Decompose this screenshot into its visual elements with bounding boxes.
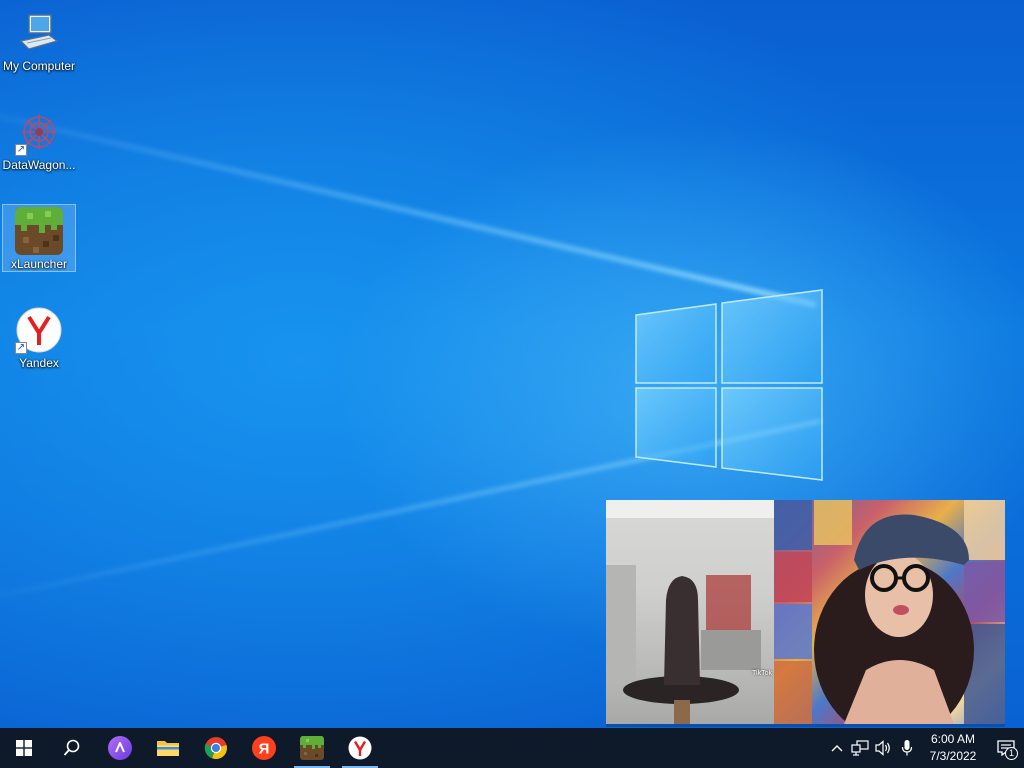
svg-text:Я: Я [259, 741, 270, 758]
shortcut-arrow-icon: ↗ [15, 144, 27, 156]
video-watermark: TikTok [752, 670, 772, 677]
speaker-icon [875, 740, 890, 756]
desktop-icon-label: DataWagon... [2, 158, 76, 172]
clock-time: 6:00 AM [930, 732, 976, 746]
system-tray: 6:00 AM 7/3/2022 1 [826, 728, 1024, 768]
yandex-letter-icon: Я [252, 736, 276, 760]
clock-date: 7/3/2022 [929, 749, 977, 763]
chrome-button[interactable] [192, 728, 240, 768]
yandex-button[interactable]: Я [240, 728, 288, 768]
search-icon [63, 739, 80, 756]
datawagon-icon: ↗ [15, 108, 63, 156]
chevron-up-icon [831, 745, 843, 752]
xlauncher-button[interactable] [288, 728, 336, 768]
yandex-browser-button[interactable] [336, 728, 384, 768]
microphone-button[interactable] [896, 728, 918, 768]
desktop-icon-yandex[interactable]: ↗ Yandex [2, 303, 76, 371]
start-button[interactable] [0, 728, 48, 768]
computer-icon [15, 9, 63, 57]
desktop-icon-label: xLauncher [10, 257, 68, 271]
taskbar-clock[interactable]: 6:00 AM 7/3/2022 [918, 731, 988, 765]
desktop-icon-label: My Computer [2, 59, 76, 73]
file-explorer-button[interactable] [144, 728, 192, 768]
alice-button[interactable] [96, 728, 144, 768]
wallpaper-light-beam [0, 95, 817, 308]
minecraft-grass-block-icon [300, 736, 324, 760]
windows-wallpaper-logo [635, 289, 823, 481]
alice-voice-assistant-icon [108, 736, 132, 760]
microphone-icon [901, 740, 913, 756]
notification-count-badge: 1 [1005, 747, 1018, 760]
desktop[interactable]: My Computer ↗ DataWagon... xLauncher ↗ Y… [0, 0, 1024, 728]
folder-icon [157, 741, 179, 756]
windows-logo-icon [16, 740, 32, 756]
volume-button[interactable] [872, 728, 896, 768]
desktop-icon-datawagon[interactable]: ↗ DataWagon... [2, 105, 76, 173]
video-overlay[interactable]: TikTok [606, 500, 1005, 727]
desktop-icon-label: Yandex [19, 356, 59, 370]
taskbar: Я 6:00 AM 7/3/2022 1 [0, 728, 1024, 768]
show-hidden-icons-button[interactable] [826, 728, 848, 768]
desktop-icon-my-computer[interactable]: My Computer [2, 6, 76, 74]
yandex-browser-icon: ↗ [15, 306, 63, 354]
network-button[interactable] [848, 728, 872, 768]
chrome-icon [204, 737, 227, 760]
shortcut-arrow-icon: ↗ [15, 342, 27, 354]
minecraft-grass-block-icon [15, 207, 63, 255]
video-left-panel: TikTok [606, 500, 774, 724]
video-right-panel [774, 500, 1005, 724]
action-center-button[interactable]: 1 [988, 728, 1024, 768]
network-icon [851, 740, 869, 756]
search-button[interactable] [48, 728, 96, 768]
yandex-browser-icon [348, 736, 372, 760]
desktop-icon-xlauncher[interactable]: xLauncher [2, 204, 76, 272]
